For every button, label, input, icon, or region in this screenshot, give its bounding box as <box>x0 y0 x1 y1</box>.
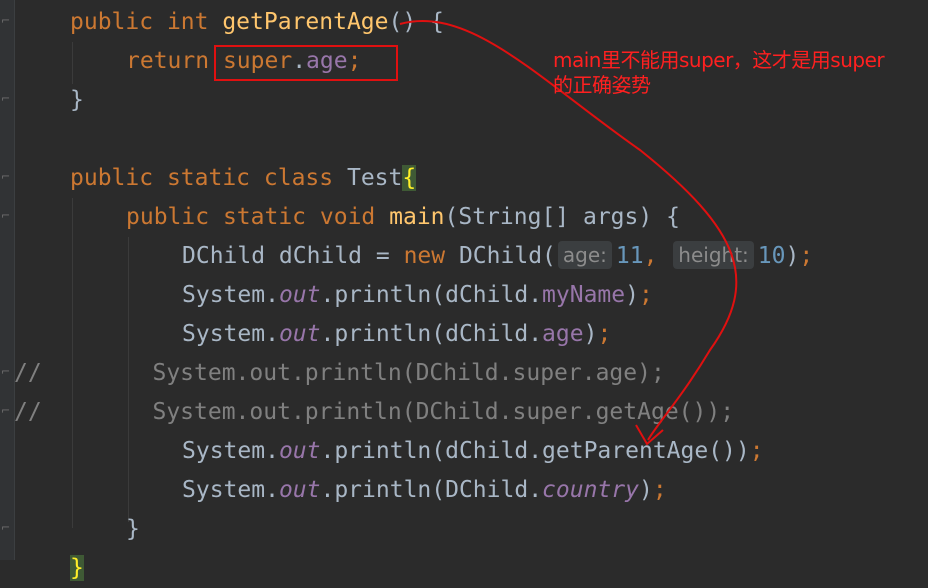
annotation-line-1: main里不能用super，这才是用super <box>553 48 885 72</box>
annotation-line-2: 的正确姿势 <box>553 73 651 97</box>
annotation-text: main里不能用super，这才是用super 的正确姿势 <box>553 48 928 98</box>
